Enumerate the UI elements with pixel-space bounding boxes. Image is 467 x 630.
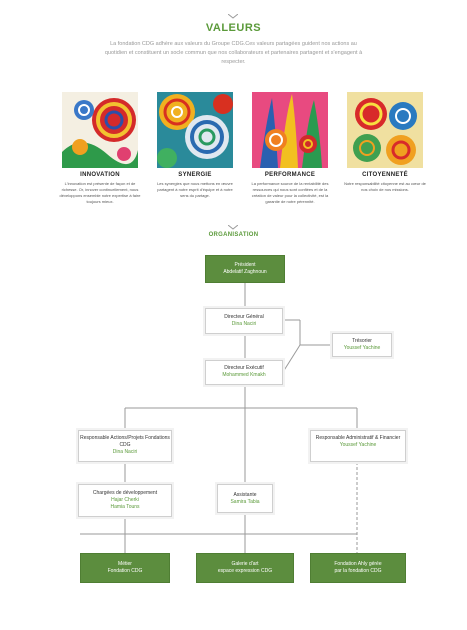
cdd-name-1: Hajar Cherki (111, 497, 139, 503)
galerie-line-2: espace expression CDG (217, 568, 273, 574)
metier-line-2: Fondation CDG (107, 568, 143, 574)
ahly-line-1: Fondation Ahly gérée (334, 561, 382, 567)
tresorier-role: Trésorier (352, 338, 372, 344)
fondation-ahly-box: Fondation Ahly gérée par la fondation CD… (310, 553, 406, 583)
galerie-line-1: Galerie d'art (231, 561, 259, 567)
rap-name: Dina Naciri (112, 449, 138, 455)
tresorier-name: Youssef Yachine (343, 345, 381, 351)
de-name: Mohammed Kmakh (222, 372, 266, 378)
president-box: Président Abdelatif Zaghnoun (205, 255, 285, 283)
cdd-role: Chargées de développement (92, 490, 158, 496)
dg-name: Dina Naciri (231, 321, 257, 327)
ahly-line-2: par la fondation CDG (334, 568, 382, 574)
directeur-executif-box: Directeur Exécutif Mohammed Kmakh (205, 360, 283, 385)
raf-name: Youssef Yachine (339, 442, 377, 448)
rap-role: Responsable Actions/Projets Fondations C… (80, 435, 170, 448)
dg-role: Directeur Général (224, 314, 264, 320)
de-role: Directeur Exécutif (224, 365, 264, 371)
assistante-box: Assistante Samira Tabia (217, 484, 273, 513)
assistante-name: Samira Tabia (230, 499, 260, 505)
responsable-actions-box: Responsable Actions/Projets Fondations C… (78, 430, 172, 462)
president-role: Président (234, 262, 256, 268)
metier-line-1: Métier (118, 561, 132, 567)
metier-box: Métier Fondation CDG (80, 553, 170, 583)
chargees-developpement-box: Chargées de développement Hajar Cherki H… (78, 484, 172, 517)
president-name: Abdelatif Zaghnoun (223, 269, 267, 275)
directeur-general-box: Directeur Général Dina Naciri (205, 308, 283, 334)
responsable-administratif-box: Responsable Administratif & Financier Yo… (310, 430, 406, 462)
assistante-role: Assistante (233, 492, 257, 498)
cdd-name-2: Hamia Touns (110, 504, 140, 510)
raf-role: Responsable Administratif & Financier (315, 435, 401, 441)
galerie-box: Galerie d'art espace expression CDG (196, 553, 294, 583)
tresorier-box: Trésorier Youssef Yachine (332, 333, 392, 357)
